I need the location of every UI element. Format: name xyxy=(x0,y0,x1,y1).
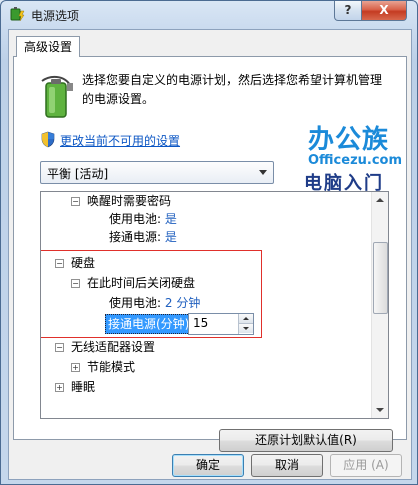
tree-item-label: 在此时间后关闭硬盘 xyxy=(87,276,196,290)
tree-item-label-selected: 接通电源(分钟): xyxy=(105,314,197,334)
tree-item-power-saving-mode[interactable]: + 节能模式 xyxy=(71,358,135,376)
help-button[interactable]: ? xyxy=(334,1,362,21)
watermark-line1: 办公族 xyxy=(308,125,390,155)
scroll-down-icon[interactable] xyxy=(372,402,388,418)
battery-power-icon xyxy=(41,75,73,118)
collapse-icon[interactable]: − xyxy=(55,259,64,268)
cancel-button[interactable]: 取消 xyxy=(251,454,323,477)
tree-item-label: 硬盘 xyxy=(71,256,96,270)
watermark-line2: Officezu.com xyxy=(308,153,403,168)
expand-icon[interactable]: + xyxy=(55,383,64,392)
tree-item-value[interactable]: 是 xyxy=(165,212,177,226)
uac-shield-icon xyxy=(41,131,55,148)
spin-down-icon[interactable] xyxy=(239,324,253,333)
tree-item-label: 使用电池: xyxy=(109,296,162,310)
advanced-settings-panel: 选择您要自定义的电源计划，然后选择您希望计算机管理的电源设置。 更改当前不可用的… xyxy=(13,56,407,452)
tree-item-wake-password[interactable]: − 唤醒时需要密码 xyxy=(71,192,171,210)
power-plan-value: 平衡 [活动] xyxy=(47,167,109,181)
change-unavailable-settings-link[interactable]: 更改当前不可用的设置 xyxy=(60,132,180,149)
chevron-down-icon[interactable] xyxy=(259,170,267,175)
tree-item-label: 使用电池: xyxy=(109,212,162,226)
tree-item-label: 节能模式 xyxy=(87,360,136,374)
tab-advanced-settings[interactable]: 高级设置 xyxy=(16,36,80,57)
window-title: 电源选项 xyxy=(31,9,80,23)
minutes-spinbox[interactable]: 15 xyxy=(188,313,254,335)
tree-item-on-battery-disk[interactable]: 使用电池: 2 分钟 xyxy=(109,294,200,312)
tree-item-label: 唤醒时需要密码 xyxy=(87,194,172,208)
title-bar[interactable]: 电源选项 ? X xyxy=(1,1,417,29)
site-watermark-logo: 办公族 Officezu.com 电脑入门 xyxy=(290,119,402,194)
restore-defaults-button[interactable]: 还原计划默认值(R) xyxy=(219,429,393,452)
tree-item-label: 无线适配器设置 xyxy=(71,340,156,354)
scroll-up-icon[interactable] xyxy=(372,192,388,208)
tree-item-sleep[interactable]: + 睡眠 xyxy=(55,378,95,396)
tree-item-hard-disk[interactable]: − 硬盘 xyxy=(55,254,95,272)
collapse-icon[interactable]: − xyxy=(71,279,80,288)
tree-item-on-battery[interactable]: 使用电池: 是 xyxy=(109,210,177,228)
description-text: 选择您要自定义的电源计划，然后选择您希望计算机管理的电源设置。 xyxy=(82,73,383,106)
tree-item-value[interactable]: 2 分钟 xyxy=(165,296,200,310)
power-plan-select[interactable]: 平衡 [活动] xyxy=(40,161,274,184)
ok-button[interactable]: 确定 xyxy=(172,454,244,477)
scrollbar-thumb[interactable] xyxy=(373,242,388,314)
tree-item-plugged-in[interactable]: 接通电源: 是 xyxy=(109,228,177,246)
tree-item-label: 接通电源: xyxy=(109,230,162,244)
collapse-icon[interactable]: − xyxy=(71,197,80,206)
power-options-window: 电源选项 ? X 高级设置 选择您要自定义的电源计划，然后选择您希望计算机管理的… xyxy=(0,0,418,485)
spin-up-icon[interactable] xyxy=(239,314,253,324)
tree-item-label: 睡眠 xyxy=(71,380,96,394)
tree-item-turn-off-disk-after[interactable]: − 在此时间后关闭硬盘 xyxy=(71,274,195,292)
spin-buttons xyxy=(238,314,253,334)
collapse-icon[interactable]: − xyxy=(55,343,64,352)
dialog-body: 高级设置 选择您要自定义的电源计划，然后选择您希望计算机管理的电源设置。 更改当… xyxy=(8,29,412,480)
close-button[interactable]: X xyxy=(361,1,407,21)
vertical-scrollbar[interactable] xyxy=(371,192,388,418)
expand-icon[interactable]: + xyxy=(71,363,80,372)
apply-button[interactable]: 应用 (A) xyxy=(330,454,402,477)
settings-tree[interactable]: − 唤醒时需要密码 使用电池: 是 接通电源: 是 − 硬盘 − 在此时间后关闭… xyxy=(40,191,389,419)
minutes-spinbox-value[interactable]: 15 xyxy=(193,316,208,330)
tree-item-value[interactable]: 是 xyxy=(165,230,177,244)
power-options-icon xyxy=(10,7,25,22)
tree-item-wireless-adapter[interactable]: − 无线适配器设置 xyxy=(55,338,155,356)
